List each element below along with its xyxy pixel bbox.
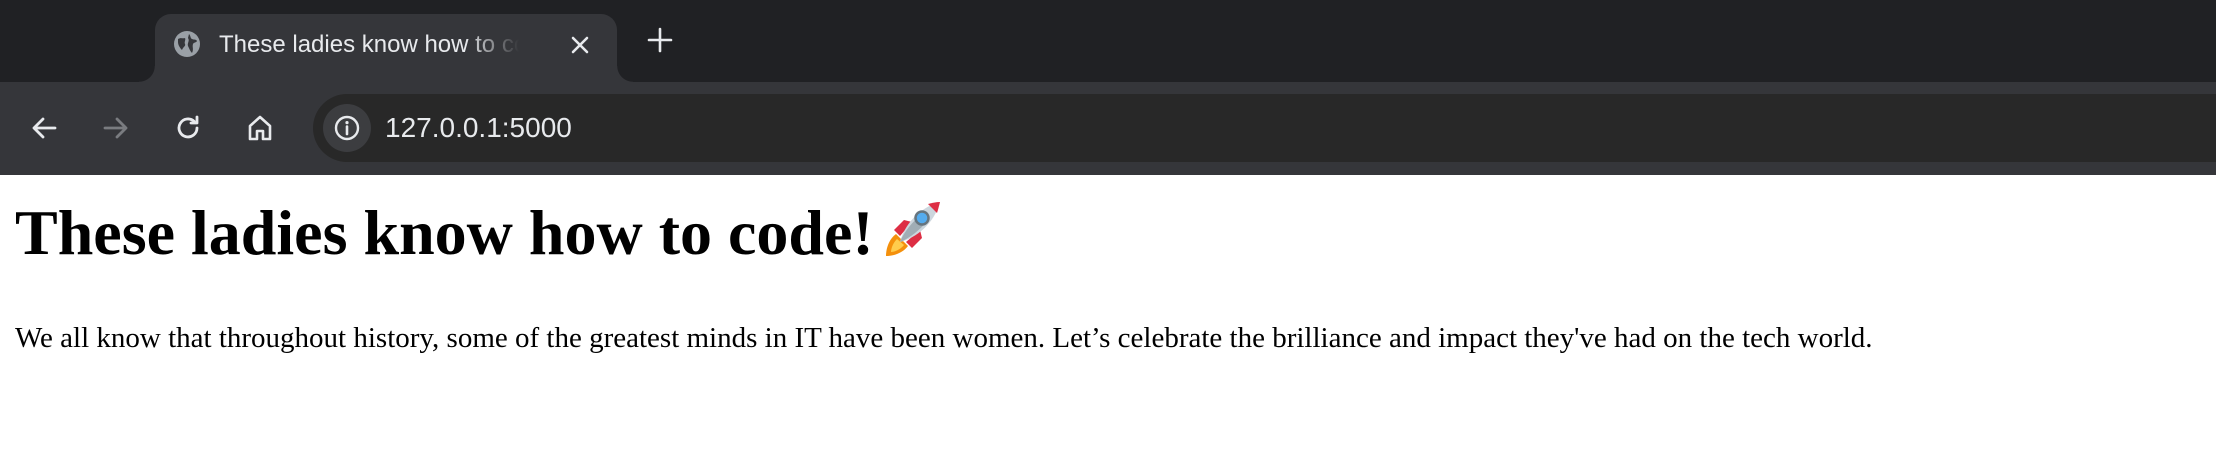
globe-icon: [173, 30, 201, 58]
arrow-left-icon[interactable]: [24, 108, 64, 148]
tab-title: These ladies know how to code!: [219, 31, 519, 58]
rocket-icon: [882, 196, 946, 260]
page-heading: These ladies know how to code!: [15, 195, 946, 271]
browser-toolbar: 127.0.0.1:5000: [0, 82, 2216, 257]
arrow-right-icon[interactable]: [96, 108, 136, 148]
page-content: These ladies know how to code! We all kn…: [0, 175, 2216, 450]
reload-icon[interactable]: [168, 108, 208, 148]
plus-icon[interactable]: [640, 20, 680, 60]
page-title: These ladies know how to code!: [15, 197, 874, 268]
address-bar[interactable]: 127.0.0.1:5000: [313, 94, 2216, 162]
tab-active[interactable]: These ladies know how to code!: [139, 14, 633, 82]
close-icon[interactable]: [563, 28, 597, 62]
tab-strip: These ladies know how to code!: [0, 0, 2216, 82]
intro-paragraph: We all know that throughout history, som…: [15, 322, 1873, 354]
info-icon[interactable]: [323, 104, 371, 152]
url-text[interactable]: 127.0.0.1:5000: [385, 110, 572, 146]
home-icon[interactable]: [240, 108, 280, 148]
